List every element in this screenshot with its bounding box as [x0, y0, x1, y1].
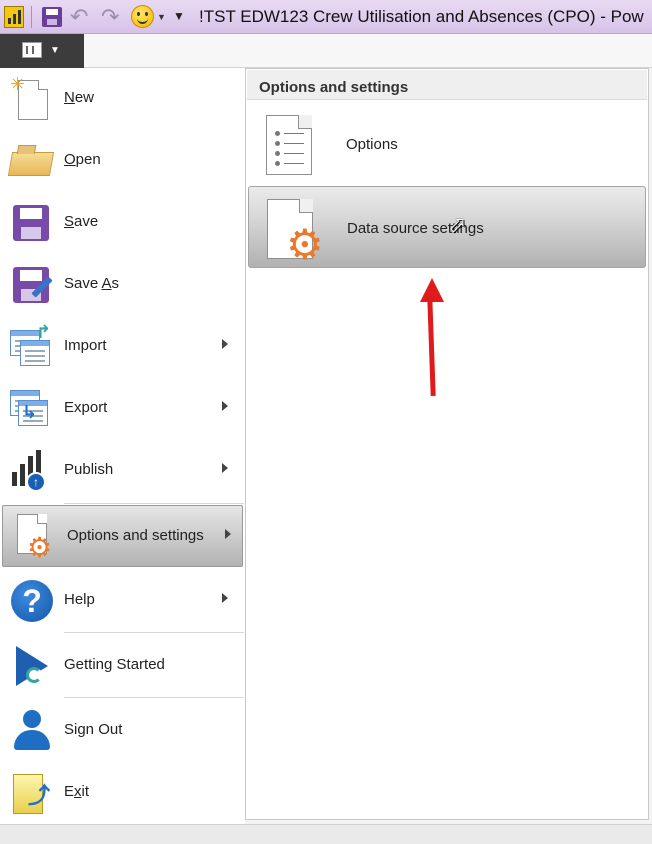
panel-item-options[interactable]: Options [248, 103, 646, 185]
menu-item-label: New [64, 89, 95, 106]
menu-item-label: Publish [64, 461, 114, 478]
getting-started-icon [10, 643, 54, 689]
options-settings-icon: ⚙ [13, 514, 57, 562]
menu-item-exit[interactable]: ⤴ Exit [0, 762, 245, 824]
menu-divider [64, 632, 244, 633]
menu-item-export[interactable]: ↳ Export [0, 378, 245, 440]
menu-item-label: Save [64, 213, 99, 230]
menu-item-label: Sign Out [64, 721, 123, 738]
menu-item-save-as[interactable]: Save As [0, 254, 245, 316]
redo-icon[interactable]: ↷ [101, 4, 119, 30]
chevron-down-icon: ▼ [50, 45, 60, 56]
user-icon [10, 708, 54, 754]
menu-divider [64, 697, 244, 698]
menu-item-options-and-settings[interactable]: ⚙ Options and settings [2, 505, 243, 567]
status-bar [0, 824, 652, 844]
quick-save-icon[interactable] [42, 7, 62, 27]
menu-item-label: Getting Started [64, 656, 165, 673]
menu-divider [64, 503, 244, 504]
menu-item-label: Save As [64, 275, 120, 292]
data-source-settings-icon: ⚙ [267, 199, 324, 266]
title-bar: ↶ ↷ ▼ ▼ !TST EDW123 Crew Utilisation and… [0, 0, 652, 34]
submenu-arrow-icon [225, 529, 231, 539]
submenu-arrow-icon [222, 339, 228, 349]
menu-item-new[interactable]: ✳ New [0, 68, 245, 130]
publish-icon: ↑ [10, 448, 54, 494]
options-list-icon [266, 115, 312, 175]
file-menu-icon [22, 42, 42, 58]
menu-item-sign-out[interactable]: Sign Out [0, 700, 245, 762]
panel-title: Options and settings [259, 79, 409, 96]
panel-item-data-source-settings[interactable]: ⚙ Data source settings [248, 186, 646, 268]
import-icon: ↱ [10, 322, 54, 370]
power-bi-app-icon[interactable] [4, 6, 24, 28]
menu-item-getting-started[interactable]: Getting Started [0, 635, 245, 697]
ribbon-tab-strip: ▼ [0, 34, 652, 68]
undo-icon[interactable]: ↶ [70, 4, 88, 30]
mouse-cursor-icon: ⬀ [448, 212, 467, 237]
folder-icon [7, 138, 55, 184]
exit-icon: ⤴ [10, 770, 54, 816]
submenu-arrow-icon [222, 463, 228, 473]
menu-item-open[interactable]: Open [0, 130, 245, 192]
menu-item-save[interactable]: Save [0, 192, 245, 254]
menu-item-help[interactable]: ? Help [0, 570, 245, 632]
menu-item-import[interactable]: ↱ Import [0, 316, 245, 378]
menu-item-label: Export [64, 399, 108, 416]
menu-item-label: Open [64, 151, 101, 168]
new-file-icon: ✳ [10, 74, 54, 122]
save-icon [10, 200, 54, 246]
customize-toolbar-icon[interactable]: ▼ [173, 9, 185, 23]
menu-item-publish[interactable]: ↑ Publish [0, 440, 245, 502]
file-menu-button[interactable]: ▼ [0, 34, 84, 68]
window-title: !TST EDW123 Crew Utilisation and Absence… [199, 7, 644, 26]
submenu-arrow-icon [222, 401, 228, 411]
menu-item-label: Exit [64, 783, 90, 800]
export-icon: ↳ [10, 386, 54, 432]
menu-item-label: Import [64, 337, 107, 354]
options-and-settings-panel: Options and settings Options ⚙ Data sour… [245, 68, 649, 820]
toolbar-separator [31, 6, 32, 28]
save-as-icon [10, 262, 54, 308]
help-icon: ? [10, 578, 54, 624]
send-feedback-smile-icon[interactable] [131, 5, 154, 28]
menu-item-label: Options and settings [67, 527, 204, 544]
file-menu: ✳ New Open Save Save As ↱ Import ↳ Expor… [0, 68, 245, 824]
annotation-arrow [418, 278, 446, 398]
submenu-arrow-icon [222, 593, 228, 603]
feedback-dropdown-icon[interactable]: ▼ [157, 12, 166, 22]
panel-header: Options and settings [247, 70, 647, 100]
panel-item-label: Options [346, 136, 398, 153]
menu-item-label: Help [64, 591, 95, 608]
